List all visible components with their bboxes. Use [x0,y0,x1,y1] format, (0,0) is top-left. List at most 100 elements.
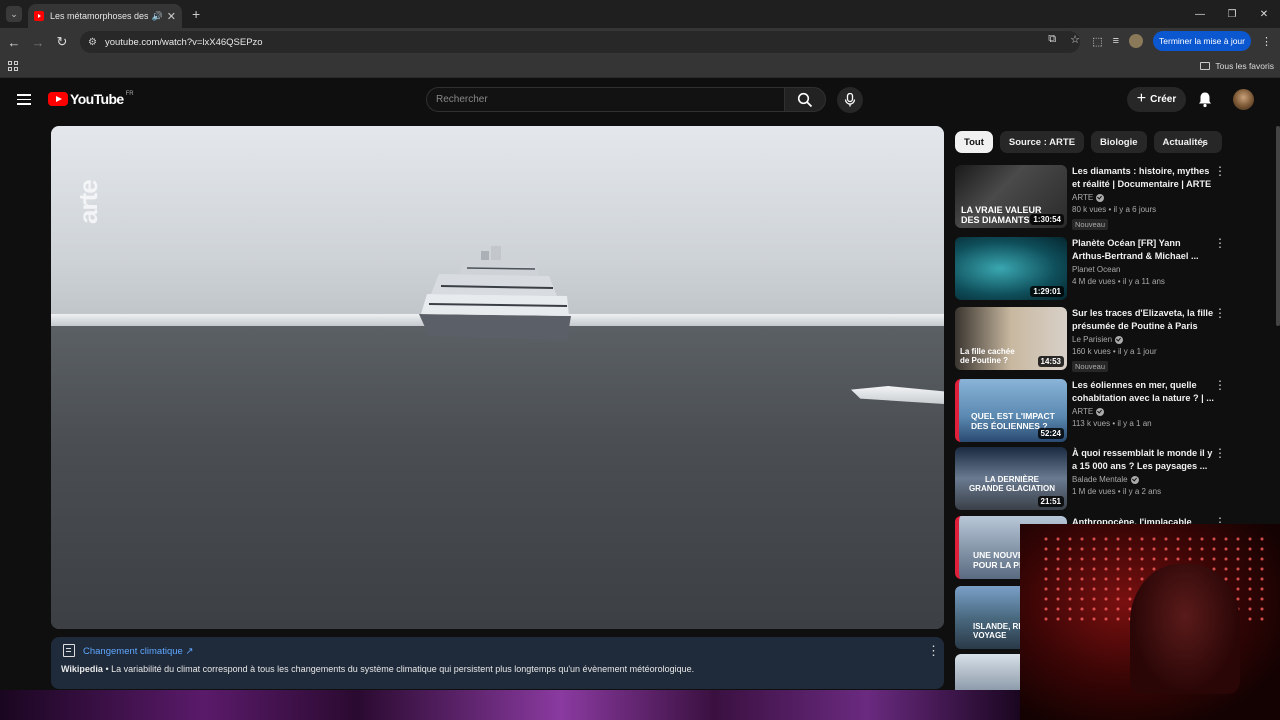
reading-list-icon[interactable]: ≡ [1113,35,1119,47]
site-info-icon[interactable]: ⚙ [88,37,97,48]
video-thumbnail[interactable]: 1:29:01 [955,237,1067,300]
menu-icon[interactable] [17,94,31,105]
video-thumbnail[interactable]: La fille cachée de Poutine ? 14:53 [955,307,1067,370]
channel-name[interactable]: ARTE [1072,407,1093,416]
plus-icon: + [1136,89,1147,107]
chip-biology[interactable]: Biologie [1091,131,1147,153]
microphone-icon [844,93,856,107]
menu-dots-icon[interactable]: ⋮ [1261,35,1272,48]
scrollbar[interactable] [1276,126,1280,326]
related-video[interactable]: 1:29:01 Planète Océan [FR] Yann Arthus-B… [955,237,1275,301]
create-button[interactable]: + Créer [1127,87,1186,112]
video-title[interactable]: Les éoliennes en mer, quelle cohabitatio… [1072,379,1215,405]
speaker-icon[interactable]: 🔊 [152,11,163,22]
desktop-wallpaper-strip [0,690,1020,720]
video-title[interactable]: Les diamants : histoire, mythes et réali… [1072,165,1215,191]
extensions-icon[interactable]: ⬚ [1092,35,1102,48]
search-icon [797,92,813,107]
related-video[interactable]: La fille cachée de Poutine ? 14:53 Sur l… [955,307,1275,372]
related-video[interactable]: LA VRAIE VALEUR DES DIAMANTS 1:30:54 Les… [955,165,1275,230]
address-bar[interactable]: ⚙ youtube.com/watch?v=lxX46QSEPzo [80,31,1080,53]
channel-name[interactable]: Planet Ocean [1072,265,1120,274]
verified-icon [1096,193,1105,202]
tab-search-icon[interactable]: ⌄ [6,6,22,22]
video-stats: 113 k vues • il y a 1 an [1072,419,1152,428]
search-placeholder: Rechercher [436,94,488,105]
related-video[interactable]: LA DERNIÈRE GRANDE GLACIATION 21:51 À qu… [955,447,1275,511]
video-stats: 80 k vues • il y a 6 jours [1072,205,1157,214]
info-text: • La variabilité du climat correspond à … [102,664,695,674]
video-sea [51,326,944,629]
chip-all[interactable]: Tout [955,131,993,153]
video-duration: 1:29:01 [1030,286,1064,297]
more-options-icon[interactable]: ⋮ [1214,307,1226,319]
person-silhouette-image [1130,564,1240,694]
youtube-logo[interactable]: YouTube FR [48,91,134,107]
new-badge: Nouveau [1072,361,1109,372]
channel-name[interactable]: Balade Mentale [1072,475,1128,484]
video-duration: 14:53 [1037,356,1064,367]
chevron-right-icon[interactable]: › [1201,135,1206,151]
bookmarks-bar [0,56,1280,78]
folder-icon [1200,62,1211,70]
info-topic-link[interactable]: Changement climatique ↗ [83,646,193,657]
ship-image [419,246,571,340]
update-button[interactable]: Terminer la mise à jour [1153,31,1251,51]
more-options-icon[interactable]: ⋮ [1214,447,1226,459]
account-avatar[interactable] [1233,89,1254,110]
forward-icon[interactable]: → [26,35,50,50]
article-icon [63,644,75,657]
filter-chips: Tout Source : ARTE Biologie Actualités [955,131,1222,153]
video-thumbnail[interactable]: LA DERNIÈRE GRANDE GLACIATION 21:51 [955,447,1067,510]
search-button[interactable] [784,87,826,112]
profile-avatar[interactable] [1129,34,1144,48]
apps-grid-icon[interactable] [8,61,18,71]
video-player[interactable]: arte [51,126,944,629]
more-options-icon[interactable]: ⋮ [1214,165,1226,177]
channel-name[interactable]: ARTE [1072,193,1093,202]
reload-icon[interactable]: ↻ [50,34,74,50]
search-input[interactable]: Rechercher [426,87,784,112]
logo-text: YouTube [70,91,124,107]
webcam-overlay [1020,524,1280,720]
youtube-favicon-icon [34,11,44,21]
related-video[interactable]: QUEL EST L'IMPACT DES ÉOLIENNES ? 52:24 … [955,379,1275,443]
chip-news[interactable]: Actualités [1153,131,1222,153]
verified-icon [1115,335,1124,344]
minimize-icon[interactable]: — [1184,0,1216,28]
video-title[interactable]: Planète Océan [FR] Yann Arthus-Bertrand … [1072,237,1215,263]
more-options-icon[interactable]: ⋮ [927,644,940,658]
more-options-icon[interactable]: ⋮ [1214,237,1226,249]
all-bookmarks-label: Tous les favoris [1215,61,1274,71]
verified-icon [1096,407,1105,416]
thumbnail-text: LA DERNIÈRE GRANDE GLACIATION [968,475,1056,493]
bookmark-star-icon[interactable]: ☆ [1070,33,1080,46]
all-bookmarks[interactable]: Tous les favoris [1200,61,1274,71]
video-title[interactable]: Sur les traces d'Elizaveta, la fille pré… [1072,307,1215,333]
browser-tab[interactable]: Les métamorphoses des glac 🔊 ✕ [28,4,182,28]
new-badge: Nouveau [1072,219,1109,230]
video-duration: 52:24 [1037,428,1064,439]
close-tab-icon[interactable]: ✕ [167,10,176,23]
video-stats: 4 M de vues • il y a 11 ans [1072,277,1165,286]
country-code: FR [125,91,134,97]
more-options-icon[interactable]: ⋮ [1214,379,1226,391]
info-panel [51,637,944,689]
voice-search-button[interactable] [837,87,863,113]
video-stats: 1 M de vues • il y a 2 ans [1072,487,1162,496]
maximize-icon[interactable]: ❐ [1216,0,1248,28]
cast-icon[interactable]: ⧉ [1048,33,1056,46]
info-description: Wikipedia • La variabilité du climat cor… [61,664,694,674]
close-window-icon[interactable]: ✕ [1248,0,1280,28]
notifications-icon[interactable] [1197,91,1213,113]
new-tab-button[interactable]: + [192,6,200,22]
chip-source-arte[interactable]: Source : ARTE [999,131,1085,153]
create-label: Créer [1150,94,1177,105]
channel-name[interactable]: Le Parisien [1072,335,1112,344]
video-title[interactable]: À quoi ressemblait le monde il y a 15 00… [1072,447,1215,473]
video-thumbnail[interactable]: QUEL EST L'IMPACT DES ÉOLIENNES ? 52:24 [955,379,1067,442]
back-icon[interactable]: ← [2,35,26,50]
video-duration: 21:51 [1037,496,1064,507]
video-stats: 160 k vues • il y a 1 jour [1072,347,1157,356]
video-thumbnail[interactable]: LA VRAIE VALEUR DES DIAMANTS 1:30:54 [955,165,1067,228]
